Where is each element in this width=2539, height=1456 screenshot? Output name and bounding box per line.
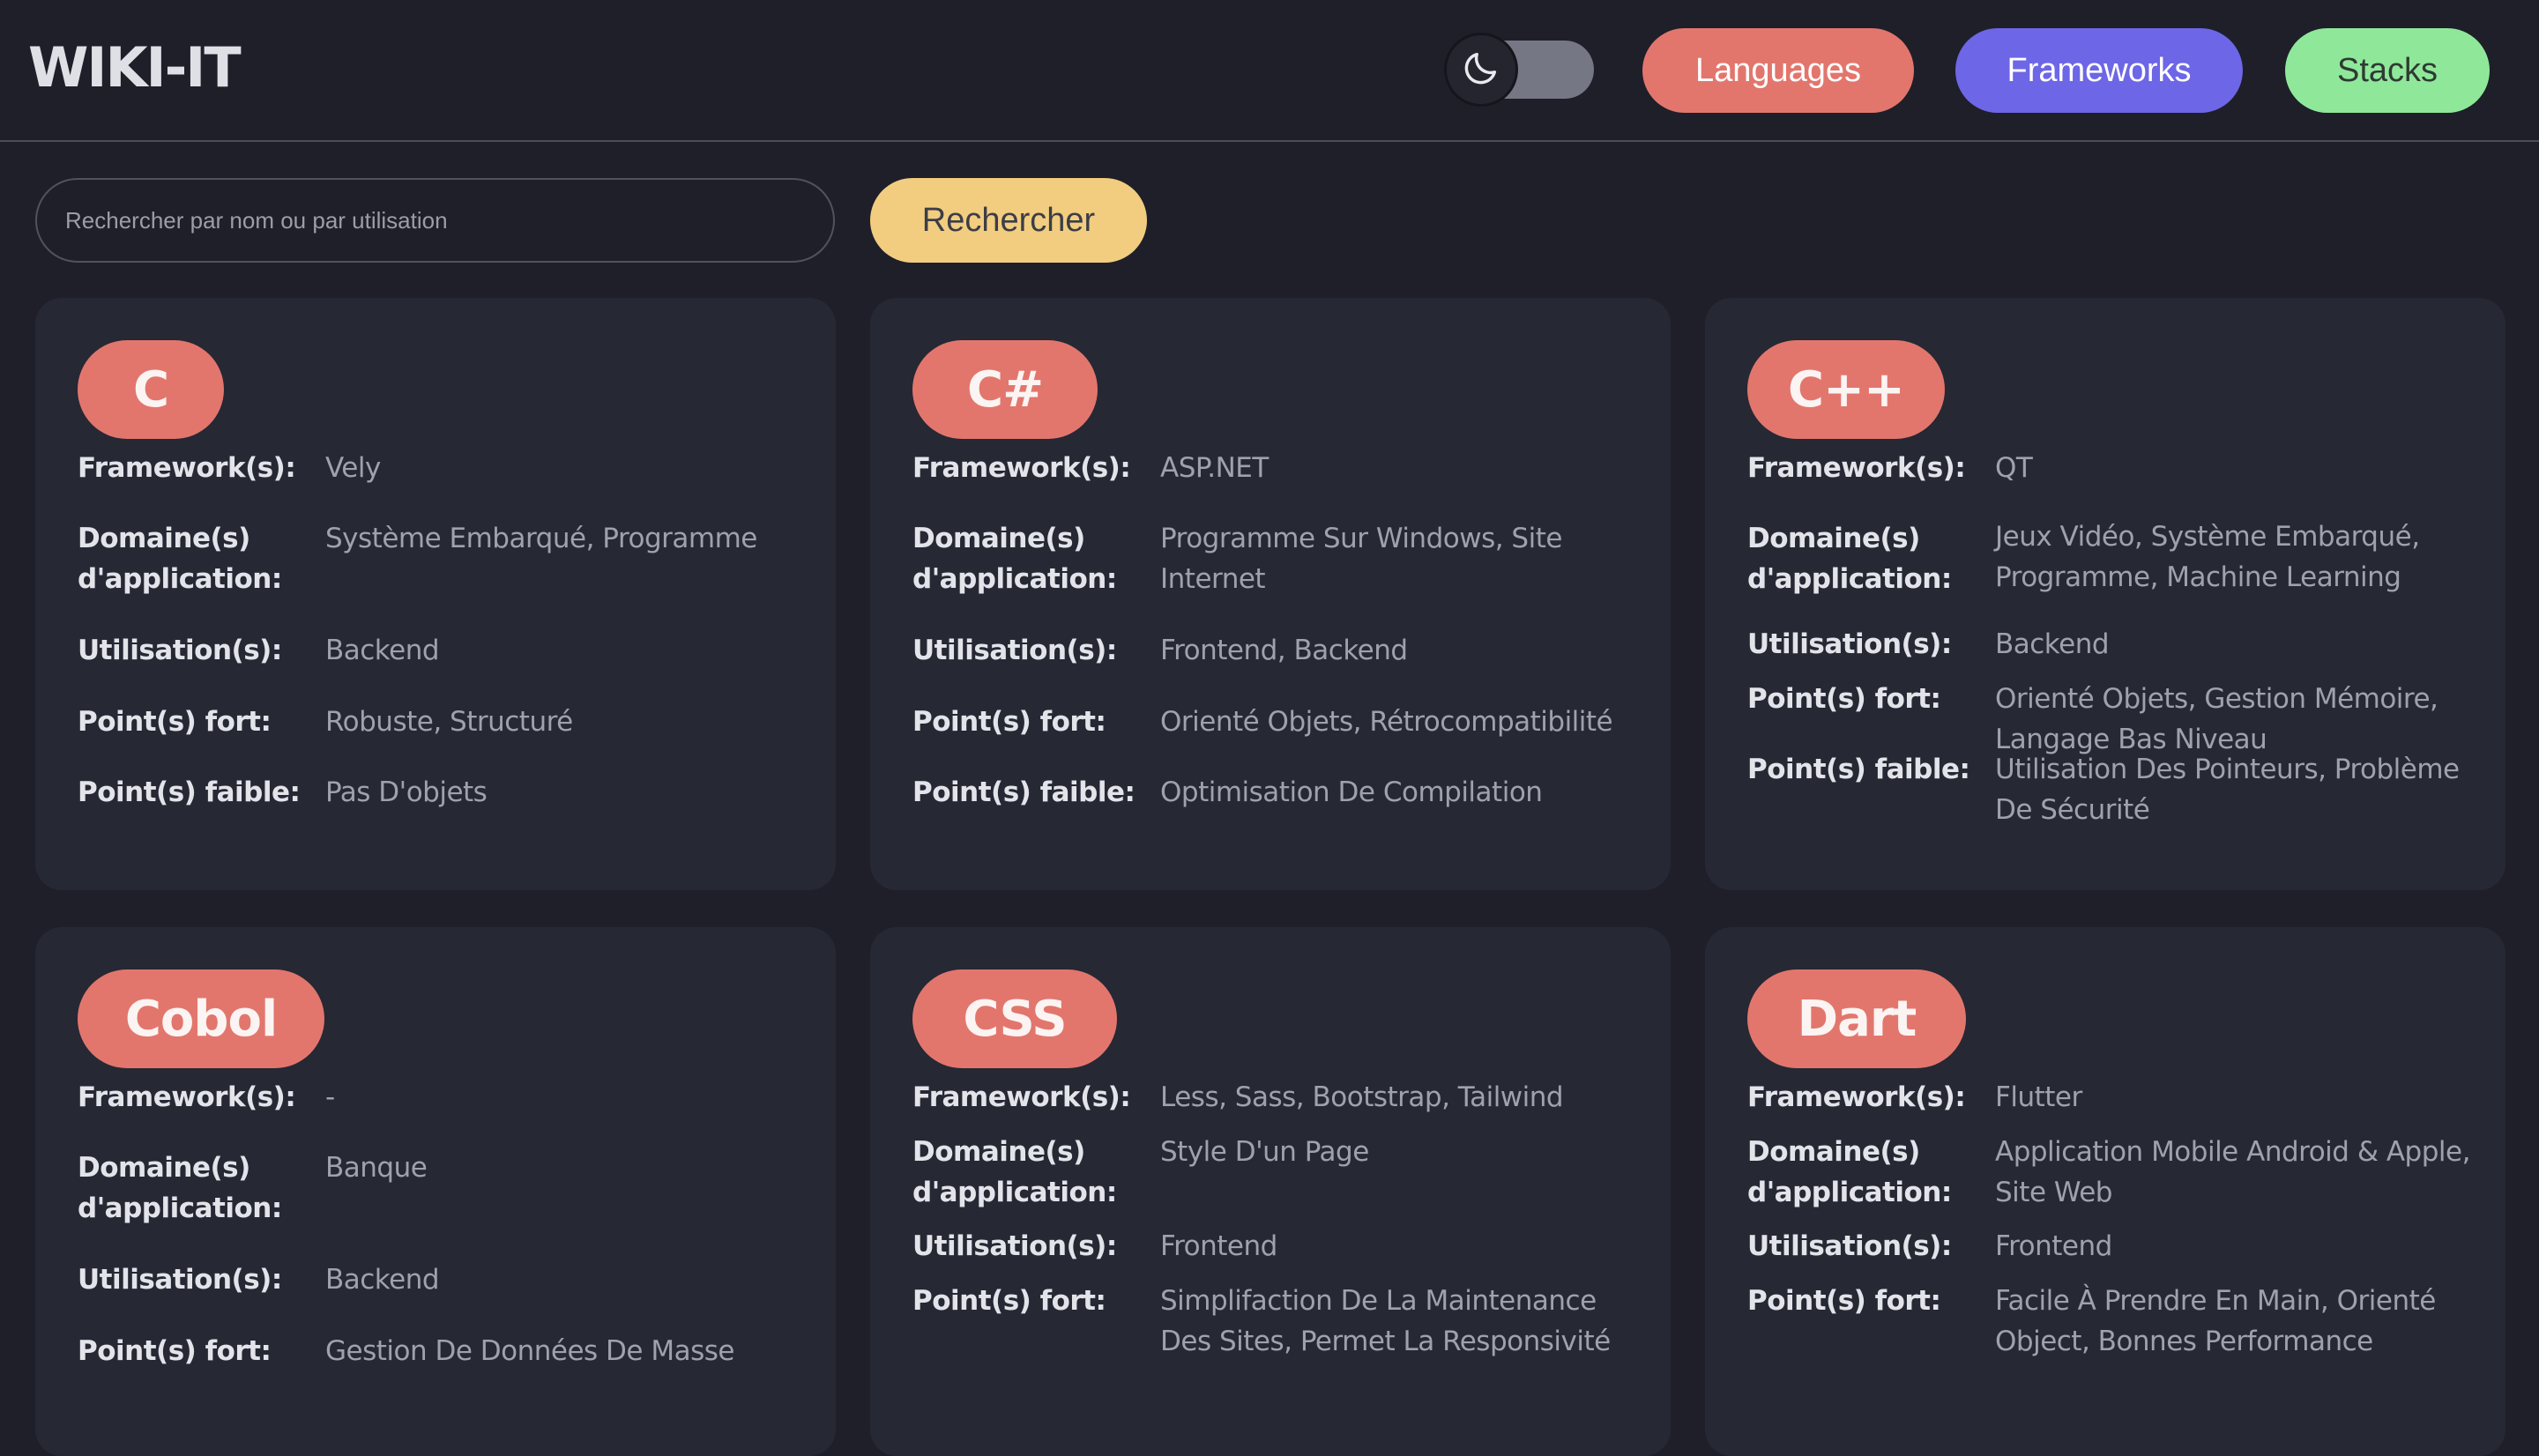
card-row-label: Point(s) faible: [912,776,1135,808]
card-row-label: Framework(s): [1747,452,1966,484]
card-row-label: Utilisation(s): [1747,628,1952,660]
card-row-label: Point(s) fort: [78,706,272,738]
card-title-badge: Cobol [78,969,324,1068]
card-row-label: Domaine(s) d'application: [1747,523,1952,595]
language-card[interactable]: C Framework(s): Vely Domaine(s) d'applicati… [35,298,836,890]
card-row-label: Framework(s): [912,1081,1131,1113]
card-row-label: Utilisation(s): [78,1264,282,1296]
card-title-badge: C# [912,340,1098,439]
card-row-label: Utilisation(s): [1747,1230,1952,1262]
card-row-value: Orienté Objets, Rétrocompatibilité [1160,706,1613,738]
language-card[interactable]: Cobol Framework(s): - Domaine(s) d'applicat… [35,927,836,1456]
card-row-label: Utilisation(s): [78,635,282,666]
card-row-label: Domaine(s) d'application: [78,523,282,595]
card-row-value: Simplifaction De La Maintenance Des Site… [1160,1285,1611,1357]
card-row-label: Utilisation(s): [912,635,1117,666]
card-row-value: Orienté Objets, Gestion Mémoire, Langage… [1995,683,2438,755]
theme-toggle[interactable] [1444,33,1594,107]
card-row-value: Vely [325,452,381,484]
card-row-value: Robuste, Structuré [325,706,573,738]
top-bar: WIKI-IT Languages Frameworks Stacks [0,0,2539,142]
card-row-value: Backend [325,635,440,666]
moon-icon [1461,48,1501,92]
card-row-label: Point(s) fort: [912,1285,1106,1317]
card-title-badge: CSS [912,969,1117,1068]
language-card[interactable]: C++ Framework(s): QT Domaine(s) d'applicati… [1705,298,2505,890]
card-row-value: Banque [325,1152,428,1184]
nav-languages-button[interactable]: Languages [1642,28,1914,113]
card-row-label: Domaine(s) d'application: [912,523,1117,595]
language-card[interactable]: C# Framework(s): ASP.NET Domaine(s) d'appli… [870,298,1671,890]
card-row-label: Point(s) fort: [1747,1285,1941,1317]
card-row-value: Jeux Vidéo, Système Embarqué, Programme,… [1995,521,2420,593]
card-title-badge: C++ [1747,340,1945,439]
card-row-value: ASP.NET [1160,452,1269,484]
app-logo[interactable]: WIKI-IT [28,35,242,100]
card-row-value: Frontend, Backend [1160,635,1408,666]
card-row-value: Backend [325,1264,440,1296]
card-row-value: Backend [1995,628,2110,660]
card-row-label: Framework(s): [78,1081,296,1113]
card-row-value: Système Embarqué, Programme [325,523,757,554]
card-row-value: - [325,1081,335,1113]
card-row-value: Optimisation De Compilation [1160,776,1543,808]
card-row-label: Domaine(s) d'application: [912,1136,1117,1208]
card-row-label: Domaine(s) d'application: [1747,1136,1952,1208]
card-row-value: Style D'un Page [1160,1136,1369,1168]
search-button[interactable]: Rechercher [870,178,1147,263]
card-title-badge: Dart [1747,969,1966,1068]
search-input[interactable] [35,178,835,263]
card-row-value: Less, Sass, Bootstrap, Tailwind [1160,1081,1564,1113]
card-row-label: Point(s) fort: [1747,683,1941,715]
card-row-label: Point(s) fort: [78,1335,272,1367]
card-row-value: Gestion De Données De Masse [325,1335,734,1367]
card-row-value: Frontend [1995,1230,2112,1262]
card-row-label: Point(s) faible: [1747,754,1970,785]
card-row-value: Programme Sur Windows, Site Internet [1160,523,1562,595]
card-row-label: Point(s) faible: [78,776,301,808]
card-row-value: Facile À Prendre En Main, Orienté Object… [1995,1285,2436,1357]
card-row-label: Framework(s): [78,452,296,484]
card-title-badge: C [78,340,224,439]
card-row-value: QT [1995,452,2033,484]
card-row-label: Point(s) fort: [912,706,1106,738]
card-row-label: Framework(s): [912,452,1131,484]
toggle-knob[interactable] [1444,33,1518,107]
nav-frameworks-button[interactable]: Frameworks [1955,28,2243,113]
nav-stacks-button[interactable]: Stacks [2285,28,2490,113]
card-row-value: Application Mobile Android & Apple, Site… [1995,1136,2470,1208]
card-row-value: Utilisation Des Pointeurs, Problème De S… [1995,754,2460,826]
language-card[interactable]: CSS Framework(s): Less, Sass, Bootstrap, T… [870,927,1671,1456]
card-row-value: Frontend [1160,1230,1277,1262]
card-row-label: Framework(s): [1747,1081,1966,1113]
card-row-label: Domaine(s) d'application: [78,1152,282,1224]
card-row-value: Flutter [1995,1081,2082,1113]
language-card[interactable]: Dart Framework(s): Flutter Domaine(s) d'app… [1705,927,2505,1456]
card-row-value: Pas D'objets [325,776,488,808]
card-row-label: Utilisation(s): [912,1230,1117,1262]
